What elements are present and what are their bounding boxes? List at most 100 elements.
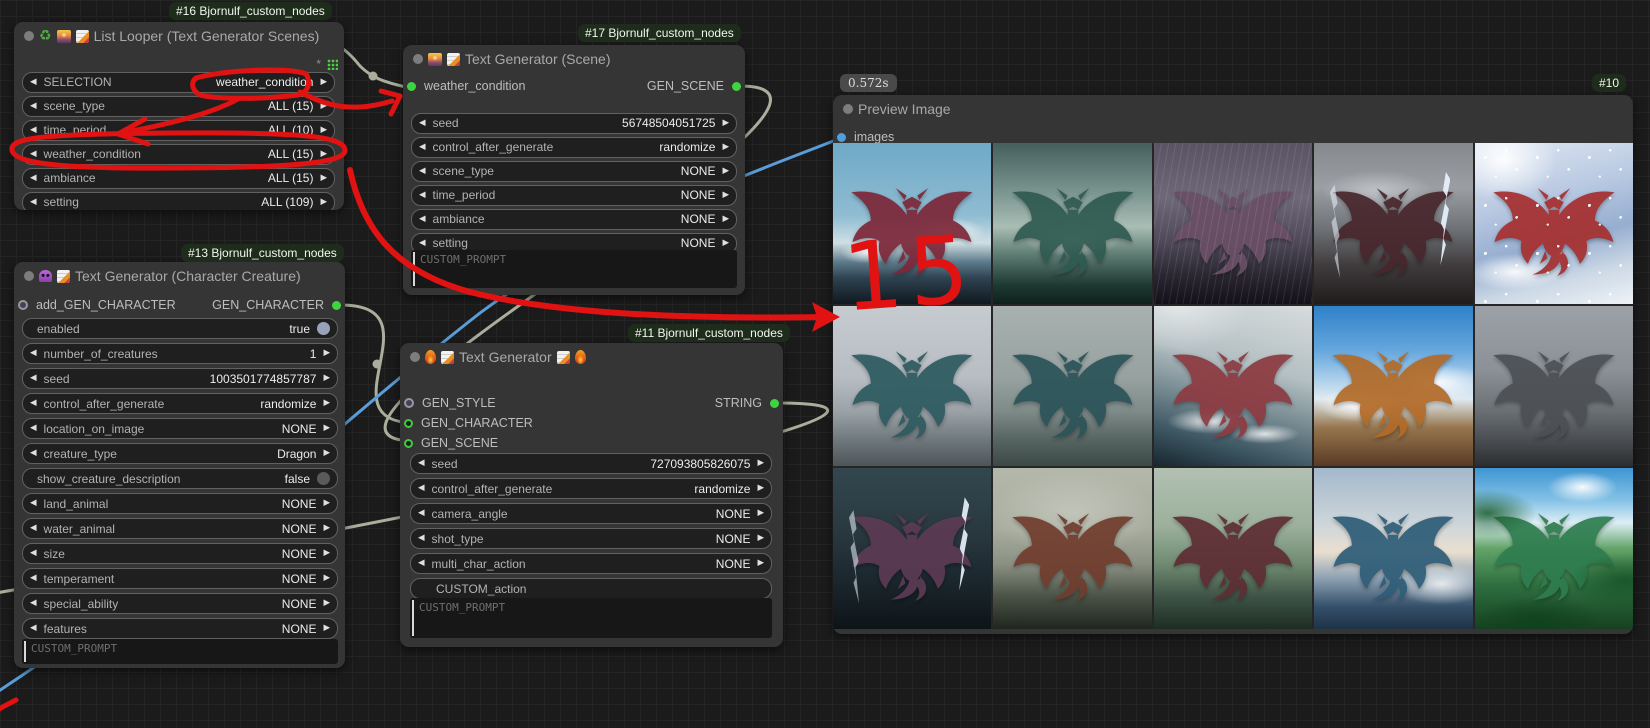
output-gen-scene[interactable]: GEN_SCENE: [647, 78, 741, 94]
widget-prev-icon[interactable]: ◀: [418, 484, 425, 493]
widget-water-animal[interactable]: ◀water_animalNONE▶: [22, 518, 338, 539]
widget-ambiance[interactable]: ◀ambianceALL (15)▶: [22, 168, 335, 189]
widget-next-icon[interactable]: ▶: [320, 198, 327, 207]
output-dot-icon[interactable]: [732, 82, 741, 91]
widget-ambiance[interactable]: ◀ambianceNONE▶: [411, 209, 737, 230]
widget-prev-icon[interactable]: ◀: [30, 524, 37, 533]
widget-control-after-generate[interactable]: ◀control_after_generaterandomize▶: [410, 478, 772, 499]
wire-midpoint-dot[interactable]: [369, 72, 378, 81]
collapse-dot-icon[interactable]: [413, 54, 423, 64]
widget-next-icon[interactable]: ▶: [323, 449, 330, 458]
widget-next-icon[interactable]: ▶: [757, 484, 764, 493]
widget-creature-type[interactable]: ◀creature_typeDragon▶: [22, 443, 338, 464]
widget-enabled[interactable]: enabledtrue: [22, 318, 338, 339]
preview-image[interactable]: [1475, 468, 1633, 629]
toggle-knob[interactable]: [317, 322, 330, 335]
node-titlebar[interactable]: Text Generator (Character Creature): [14, 262, 345, 290]
input-dot-icon[interactable]: [404, 439, 413, 448]
widget-show-creature-description[interactable]: show_creature_descriptionfalse: [22, 468, 338, 489]
node-titlebar[interactable]: Preview Image: [833, 95, 1633, 123]
input-gen-character[interactable]: GEN_CHARACTER: [404, 415, 533, 431]
preview-image[interactable]: [1154, 306, 1312, 467]
input-dot-icon[interactable]: [837, 133, 846, 142]
toggle-knob[interactable]: [317, 472, 330, 485]
collapse-dot-icon[interactable]: [843, 104, 853, 114]
preview-image[interactable]: [1475, 306, 1633, 467]
widget-prev-icon[interactable]: ◀: [30, 574, 37, 583]
widget-next-icon[interactable]: ▶: [722, 191, 729, 200]
input-gen-style[interactable]: GEN_STYLE: [404, 395, 496, 411]
node-list-looper[interactable]: ♻ List Looper (Text Generator Scenes) * …: [14, 22, 344, 210]
widget-land-animal[interactable]: ◀land_animalNONE▶: [22, 493, 338, 514]
widget-prev-icon[interactable]: ◀: [419, 119, 426, 128]
input-gen-scene[interactable]: GEN_SCENE: [404, 435, 498, 451]
widget-features[interactable]: ◀featuresNONE▶: [22, 618, 338, 639]
widget-prev-icon[interactable]: ◀: [30, 599, 37, 608]
widget-custom-action[interactable]: CUSTOM_action: [410, 578, 772, 599]
widget-shot-type[interactable]: ◀shot_typeNONE▶: [410, 528, 772, 549]
widget-prev-icon[interactable]: ◀: [30, 174, 37, 183]
collapse-dot-icon[interactable]: [24, 31, 34, 41]
input-dot-icon[interactable]: [407, 82, 416, 91]
node-preview-image[interactable]: Preview Image images: [833, 95, 1633, 634]
widget-temperament[interactable]: ◀temperamentNONE▶: [22, 568, 338, 589]
widget-prev-icon[interactable]: ◀: [30, 198, 37, 207]
widget-prev-icon[interactable]: ◀: [30, 374, 37, 383]
widget-scene-type[interactable]: ◀scene_typeNONE▶: [411, 161, 737, 182]
widget-next-icon[interactable]: ▶: [320, 174, 327, 183]
widget-prev-icon[interactable]: ◀: [30, 424, 37, 433]
widget-control-after-generate[interactable]: ◀control_after_generaterandomize▶: [22, 393, 338, 414]
comfyui-canvas[interactable]: { "app": {"background": "#1b1b1b", "grid…: [0, 0, 1650, 728]
input-dot-icon[interactable]: [404, 398, 414, 408]
widget-next-icon[interactable]: ▶: [722, 239, 729, 248]
widget-location-on-image[interactable]: ◀location_on_imageNONE▶: [22, 418, 338, 439]
widget-prev-icon[interactable]: ◀: [418, 534, 425, 543]
widget-next-icon[interactable]: ▶: [757, 459, 764, 468]
widget-next-icon[interactable]: ▶: [323, 424, 330, 433]
widget-setting[interactable]: ◀settingALL (109)▶: [22, 192, 335, 210]
widget-multi-char-action[interactable]: ◀multi_char_actionNONE▶: [410, 553, 772, 574]
widget-next-icon[interactable]: ▶: [323, 349, 330, 358]
widget-prev-icon[interactable]: ◀: [30, 102, 37, 111]
widget-scene-type[interactable]: ◀scene_typeALL (15)▶: [22, 96, 335, 117]
preview-image[interactable]: [993, 143, 1151, 304]
widget-prev-icon[interactable]: ◀: [30, 126, 37, 135]
node-text-generator[interactable]: Text Generator GEN_STYLE STRING GEN_CHAR…: [400, 343, 783, 647]
widget-next-icon[interactable]: ▶: [722, 167, 729, 176]
widget-time-period[interactable]: ◀time_periodALL (10)▶: [22, 120, 335, 141]
preview-image[interactable]: [993, 306, 1151, 467]
widget-seed[interactable]: ◀seed56748504051725▶: [411, 113, 737, 134]
widget-next-icon[interactable]: ▶: [323, 374, 330, 383]
node-titlebar[interactable]: Text Generator (Scene): [403, 45, 745, 73]
output-string[interactable]: STRING: [715, 395, 779, 411]
widget-next-icon[interactable]: ▶: [323, 574, 330, 583]
custom-prompt-textarea[interactable]: CUSTOM_PROMPT: [411, 250, 737, 288]
widget-next-icon[interactable]: ▶: [722, 143, 729, 152]
widget-prev-icon[interactable]: ◀: [419, 215, 426, 224]
widget-prev-icon[interactable]: ◀: [418, 459, 425, 468]
widget-next-icon[interactable]: ▶: [323, 624, 330, 633]
input-add-gen-character[interactable]: add_GEN_CHARACTER: [18, 297, 176, 313]
widget-next-icon[interactable]: ▶: [323, 549, 330, 558]
widget-prev-icon[interactable]: ◀: [30, 349, 37, 358]
widget-special-ability[interactable]: ◀special_abilityNONE▶: [22, 593, 338, 614]
node-text-generator-character[interactable]: Text Generator (Character Creature) add_…: [14, 262, 345, 668]
widget-selection[interactable]: ◀SELECTIONweather_condition▶: [22, 72, 335, 93]
preview-image[interactable]: [1154, 468, 1312, 629]
preview-image[interactable]: [1314, 306, 1472, 467]
preview-image[interactable]: [1314, 468, 1472, 629]
widget-prev-icon[interactable]: ◀: [419, 191, 426, 200]
wire-midpoint-dot[interactable]: [373, 360, 382, 369]
widget-next-icon[interactable]: ▶: [323, 499, 330, 508]
output-dot-icon[interactable]: [770, 399, 779, 408]
widget-prev-icon[interactable]: ◀: [30, 78, 37, 87]
widget-time-period[interactable]: ◀time_periodNONE▶: [411, 185, 737, 206]
widget-prev-icon[interactable]: ◀: [419, 167, 426, 176]
widget-weather-condition[interactable]: ◀weather_conditionALL (15)▶: [22, 144, 335, 165]
widget-next-icon[interactable]: ▶: [757, 509, 764, 518]
widget-prev-icon[interactable]: ◀: [419, 239, 426, 248]
input-weather-condition[interactable]: weather_condition: [407, 78, 525, 94]
widget-seed[interactable]: ◀seed727093805826075▶: [410, 453, 772, 474]
widget-next-icon[interactable]: ▶: [320, 78, 327, 87]
widget-next-icon[interactable]: ▶: [722, 119, 729, 128]
